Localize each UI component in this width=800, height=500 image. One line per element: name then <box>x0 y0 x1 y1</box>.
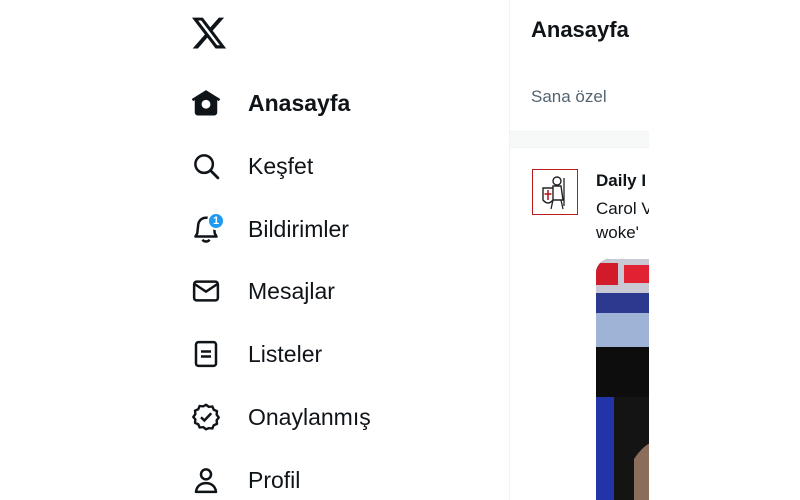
right-panel <box>649 0 800 500</box>
crusader-avatar-icon <box>542 176 565 210</box>
mail-icon <box>188 273 224 309</box>
search-icon <box>188 148 224 184</box>
sidebar-item-label: Keşfet <box>248 152 314 179</box>
sidebar-item-verified[interactable]: Onaylanmış <box>188 392 371 442</box>
sidebar-item-label: Onaylanmış <box>248 403 371 430</box>
sidebar-item-label: Mesajlar <box>248 277 335 304</box>
tweet-media-image[interactable] <box>596 259 649 500</box>
notification-count-badge: 1 <box>207 212 225 230</box>
timeline-header: Anasayfa Sana özel <box>510 0 649 132</box>
profile-icon <box>188 462 224 498</box>
bell-icon: 1 <box>188 211 225 247</box>
sidebar-item-profile[interactable]: Profil <box>188 455 300 500</box>
sidebar-item-notifications[interactable]: 1 Bildirimler <box>188 204 349 254</box>
tweet-card[interactable]: Daily I Carol V woke' <box>510 149 649 500</box>
news-broadcast-image <box>596 259 649 500</box>
tab-for-you[interactable]: Sana özel <box>531 87 607 107</box>
tweet-text-line: woke' <box>596 223 639 242</box>
tweet-text: Carol V woke' <box>596 197 649 245</box>
sidebar-item-label: Listeler <box>248 340 323 367</box>
app-window: Anasayfa Keşfet 1 Bildirimler Mesajlar L… <box>0 0 800 500</box>
avatar[interactable] <box>532 169 578 215</box>
verified-icon <box>188 399 224 435</box>
home-icon <box>188 85 224 121</box>
sidebar-item-lists[interactable]: Listeler <box>188 329 322 379</box>
section-divider <box>510 132 649 148</box>
sidebar-item-label: Anasayfa <box>248 89 351 116</box>
sidebar-item-label: Bildirimler <box>248 215 349 242</box>
timeline-column: Anasayfa Sana özel Daily I Carol V woke' <box>509 0 649 500</box>
sidebar-item-label: Profil <box>248 466 301 493</box>
x-logo-icon[interactable] <box>188 12 230 54</box>
tweet-author-name[interactable]: Daily I <box>596 171 646 191</box>
tweet-text-line: Carol V <box>596 199 649 218</box>
page-title: Anasayfa <box>531 17 629 42</box>
sidebar-item-explore[interactable]: Keşfet <box>188 141 313 191</box>
sidebar-item-home[interactable]: Anasayfa <box>188 78 350 128</box>
sidebar-item-messages[interactable]: Mesajlar <box>188 266 335 316</box>
list-icon <box>188 336 224 372</box>
sidebar: Anasayfa Keşfet 1 Bildirimler Mesajlar L… <box>180 0 500 500</box>
